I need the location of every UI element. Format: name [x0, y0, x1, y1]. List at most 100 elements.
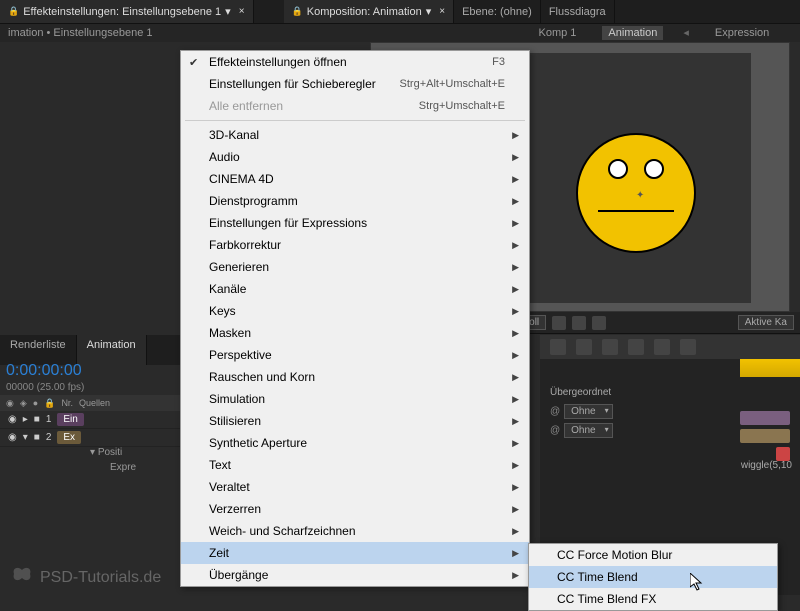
menu-item-category[interactable]: 3D-Kanal▶	[181, 124, 529, 146]
menu-item-category[interactable]: CINEMA 4D▶	[181, 168, 529, 190]
submenu-arrow-icon: ▶	[512, 328, 519, 339]
anchor-icon: ✦	[636, 190, 644, 201]
mouth-icon	[598, 210, 674, 212]
menu-item-category[interactable]: Stilisieren▶	[181, 410, 529, 432]
submenu-arrow-icon: ▶	[512, 482, 519, 493]
parent-dropdown[interactable]: Ohne	[564, 423, 612, 438]
menu-item-category[interactable]: Audio▶	[181, 146, 529, 168]
eye-left-icon	[608, 159, 628, 179]
layer-bar[interactable]	[740, 429, 790, 443]
parent-dropdown[interactable]: Ohne	[564, 404, 612, 419]
tab-label: Flussdiagra	[549, 6, 606, 18]
menu-item-category[interactable]: Perspektive▶	[181, 344, 529, 366]
submenu-item[interactable]: CC Time Blend	[529, 566, 777, 588]
comp-link[interactable]: Animation	[602, 26, 663, 40]
submenu-arrow-icon: ▶	[512, 240, 519, 251]
close-icon[interactable]: ×	[239, 6, 245, 17]
menu-item-category[interactable]: Übergänge▶	[181, 564, 529, 586]
region-icon[interactable]	[552, 316, 566, 330]
submenu-arrow-icon: ▶	[512, 526, 519, 537]
comp-link[interactable]: Expression	[709, 26, 775, 40]
submenu-arrow-icon: ▶	[512, 306, 519, 317]
submenu-arrow-icon: ▶	[512, 196, 519, 207]
menu-item-category[interactable]: Verzerren▶	[181, 498, 529, 520]
menu-item-category[interactable]: Rauschen und Korn▶	[181, 366, 529, 388]
submenu-arrow-icon: ▶	[512, 372, 519, 383]
graph-icon[interactable]	[576, 339, 592, 355]
watermark: PSD-Tutorials.de	[10, 566, 161, 590]
effect-submenu-zeit: CC Force Motion BlurCC Time BlendCC Time…	[528, 543, 778, 611]
tab-label: Komposition: Animation	[307, 6, 422, 18]
pickwhip-icon[interactable]: @	[550, 425, 560, 436]
menu-item-category[interactable]: Weich- und Scharfzeichnen▶	[181, 520, 529, 542]
blur-icon[interactable]	[602, 339, 618, 355]
submenu-arrow-icon: ▶	[512, 350, 519, 361]
menu-item-remove-all: Alle entfernen Strg+Umschalt+E	[181, 95, 529, 117]
menu-item-category[interactable]: Dienstprogramm▶	[181, 190, 529, 212]
submenu-item[interactable]: CC Force Motion Blur	[529, 544, 777, 566]
submenu-arrow-icon: ▶	[512, 218, 519, 229]
submenu-arrow-icon: ▶	[512, 438, 519, 449]
tab-effect-controls[interactable]: 🔒 Effekteinstellungen: Einstellungsebene…	[0, 0, 254, 23]
comp-link[interactable]: Komp 1	[533, 26, 583, 40]
breadcrumb: imation • Einstellungsebene 1	[8, 27, 153, 39]
menu-item-category[interactable]: Einstellungen für Expressions▶	[181, 212, 529, 234]
layer-columns: ◉◈●🔒 Nr. Quellen	[0, 395, 180, 411]
layer-badge: Ex	[57, 431, 81, 444]
menu-item-category[interactable]: Generieren▶	[181, 256, 529, 278]
effect-context-menu: ✔ Effekteinstellungen öffnen F3 Einstell…	[180, 50, 530, 587]
keyframe-bar[interactable]	[776, 447, 790, 461]
lock-icon: 🔒	[292, 6, 303, 17]
transparency-icon[interactable]	[572, 316, 586, 330]
menu-separator	[185, 120, 525, 121]
lock-icon: 🔒	[8, 6, 19, 17]
menu-item-category[interactable]: Synthetic Aperture▶	[181, 432, 529, 454]
timecode-fps: 00000 (25.00 fps)	[0, 382, 90, 393]
submenu-arrow-icon: ▶	[512, 416, 519, 427]
view3d-icon[interactable]	[592, 316, 606, 330]
menu-item-category[interactable]: Masken▶	[181, 322, 529, 344]
submenu-arrow-icon: ▶	[512, 284, 519, 295]
menu-item-slider-settings[interactable]: Einstellungen für Schieberegler Strg+Alt…	[181, 73, 529, 95]
expression-row[interactable]: Expre	[110, 462, 136, 473]
menu-item-open-effect-controls[interactable]: ✔ Effekteinstellungen öffnen F3	[181, 51, 529, 73]
menu-arrow-icon[interactable]: ▾	[426, 5, 432, 18]
tab-composition[interactable]: 🔒 Komposition: Animation ▾ ×	[284, 0, 455, 23]
tab-flowchart[interactable]: Flussdiagra	[541, 0, 615, 23]
menu-item-category[interactable]: Farbkorrektur▶	[181, 234, 529, 256]
timeline-toolbar	[540, 335, 800, 359]
menu-arrow-icon[interactable]: ▾	[225, 5, 231, 18]
switches-icon[interactable]	[680, 339, 696, 355]
submenu-arrow-icon: ▶	[512, 394, 519, 405]
menu-item-category[interactable]: Veraltet▶	[181, 476, 529, 498]
submenu-arrow-icon: ▶	[512, 152, 519, 163]
timecode[interactable]: 0:00:00:00	[0, 360, 88, 382]
close-icon[interactable]: ×	[439, 6, 445, 17]
menu-item-category[interactable]: Text▶	[181, 454, 529, 476]
search-icon[interactable]	[550, 339, 566, 355]
sub-header: imation • Einstellungsebene 1 Komp 1 Ani…	[0, 24, 800, 42]
camera-dropdown[interactable]: Aktive Ka	[738, 315, 794, 330]
menu-item-category[interactable]: Kanäle▶	[181, 278, 529, 300]
submenu-arrow-icon: ▶	[512, 570, 519, 581]
comp-path: Komp 1 Animation ◂ Expression	[533, 26, 776, 40]
pickwhip-icon[interactable]: @	[550, 406, 560, 417]
3d-icon[interactable]	[654, 339, 670, 355]
tab-layer[interactable]: Ebene: (ohne)	[454, 0, 541, 23]
expression-text[interactable]: wiggle(5,10	[741, 460, 792, 471]
smiley-layer[interactable]: ✦	[576, 133, 696, 253]
submenu-item[interactable]: CC Time Blend FX	[529, 588, 777, 610]
parent-column-header: Übergeordnet	[540, 383, 800, 402]
eye-right-icon	[644, 159, 664, 179]
menu-item-category[interactable]: Keys▶	[181, 300, 529, 322]
layer-bar[interactable]	[740, 411, 790, 425]
menu-item-category[interactable]: Simulation▶	[181, 388, 529, 410]
blend-icon[interactable]	[628, 339, 644, 355]
time-ruler[interactable]	[740, 359, 800, 377]
tab-label: Ebene: (ohne)	[462, 6, 532, 18]
menu-item-category[interactable]: Zeit▶	[181, 542, 529, 564]
submenu-arrow-icon: ▶	[512, 174, 519, 185]
property-row[interactable]: ▾ Positi	[90, 447, 122, 458]
submenu-arrow-icon: ▶	[512, 130, 519, 141]
check-icon: ✔	[189, 56, 198, 69]
